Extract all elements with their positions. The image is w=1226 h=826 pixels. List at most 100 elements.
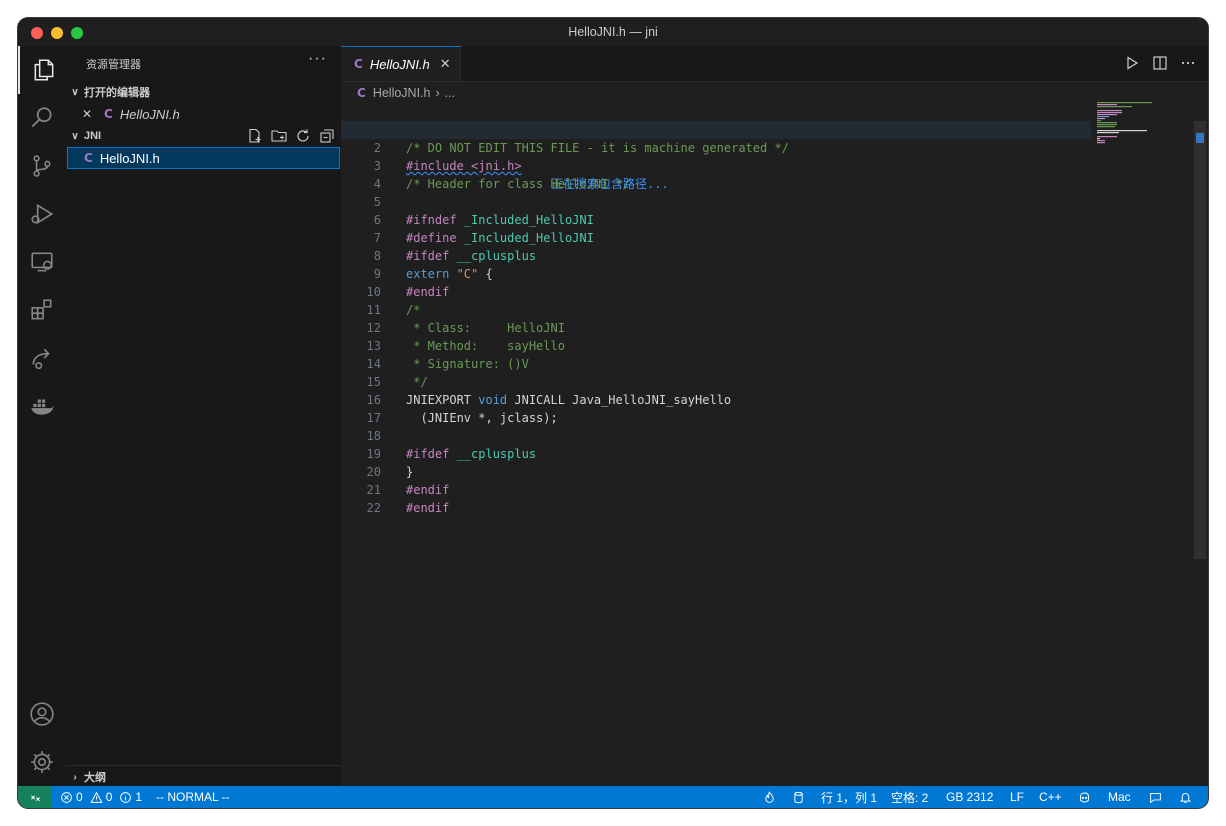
extensions-icon[interactable] <box>18 286 66 334</box>
code-line: 14 */ <box>341 337 1101 389</box>
tab-bar: C HelloJNI.h ✕ <box>341 46 1208 82</box>
code-line: 17 <box>341 391 1101 425</box>
more-actions-icon[interactable]: ··· <box>308 50 327 68</box>
folder-label: JNI <box>84 130 102 142</box>
end-of-line[interactable]: LF <box>1010 786 1024 808</box>
problems-indicator[interactable]: 0 0 1 <box>60 786 142 808</box>
account-icon[interactable] <box>18 690 66 738</box>
new-folder-icon[interactable] <box>271 128 287 144</box>
encoding[interactable]: GB 2312 <box>946 786 993 808</box>
title-bar: HelloJNI.h — jni <box>18 18 1208 47</box>
source-control-icon[interactable] <box>18 142 66 190</box>
open-editors-section[interactable]: ∨ 打开的编辑器 <box>66 81 341 103</box>
close-icon[interactable]: ✕ <box>440 56 451 72</box>
database-icon[interactable] <box>792 786 805 808</box>
vim-mode: -- NORMAL -- <box>156 790 230 804</box>
folder-section-jni[interactable]: ∨ JNI <box>66 125 341 147</box>
file-name: HelloJNI.h <box>99 150 160 166</box>
breadcrumb-separator: › <box>435 86 440 100</box>
run-icon[interactable] <box>1124 55 1140 71</box>
copilot-icon[interactable] <box>1078 786 1091 808</box>
run-debug-icon[interactable] <box>18 190 66 238</box>
code-line: 15 JNIEXPORT void JNICALL Java_HelloJNI_… <box>341 355 1101 407</box>
code-line: 13 * Signature: ()V <box>341 319 1101 371</box>
code-line: 9 #endif <box>341 247 1101 299</box>
line-number: 22 <box>366 501 381 515</box>
warning-icon <box>90 791 103 803</box>
feedback-icon[interactable] <box>1149 786 1162 808</box>
code-line: 1 /* DO NOT EDIT THIS FILE - it is machi… <box>341 103 1101 155</box>
more-actions-icon[interactable] <box>1180 55 1196 71</box>
c-file-icon: C <box>84 151 93 165</box>
info-icon <box>120 791 132 803</box>
minimap[interactable] <box>1089 101 1189 161</box>
chevron-down-icon: ∨ <box>71 86 79 98</box>
window-title: HelloJNI.h — jni <box>568 25 658 39</box>
open-editor-item[interactable]: ✕ C HelloJNI.h <box>66 103 341 125</box>
open-editors-label: 打开的编辑器 <box>84 87 150 99</box>
settings-gear-icon[interactable] <box>18 738 66 786</box>
code-line: 2 #include <jni.h> 正在搜索包含路径... <box>341 121 1091 191</box>
code-line: 20 #endif <box>341 445 1101 497</box>
folder-toolbar <box>247 125 335 147</box>
scrollbar-marker <box>1196 133 1204 143</box>
editor-actions <box>1124 55 1196 71</box>
breadcrumb-file[interactable]: HelloJNI.h <box>373 86 431 100</box>
code-line: 11 * Class: HelloJNI <box>341 283 1101 335</box>
info-count: 1 <box>135 790 143 804</box>
warning-count: 0 <box>105 790 113 804</box>
flame-icon[interactable] <box>763 786 776 808</box>
open-editor-filename: HelloJNI.h <box>119 106 180 122</box>
code-line: 5 #ifndef _Included_HelloJNI <box>341 175 1101 227</box>
code-line: 12 * Method: sayHello <box>341 301 1101 353</box>
vertical-scrollbar[interactable] <box>1194 121 1206 559</box>
outline-section[interactable]: › 大纲 <box>66 765 341 788</box>
code-line: 16 (JNIEnv *, jclass); <box>341 373 1101 425</box>
cursor-position[interactable]: 行 1，列 1 <box>821 786 877 808</box>
docker-icon[interactable] <box>18 382 66 430</box>
live-share-icon[interactable] <box>18 334 66 382</box>
chevron-down-icon: ∨ <box>71 130 79 142</box>
explorer-icon[interactable] <box>18 46 68 94</box>
code-line: 3 /* Header for class HelloJNI */ <box>341 139 1101 191</box>
c-file-icon: C <box>357 86 366 100</box>
code-text: #endif <box>406 501 450 515</box>
activity-bar <box>18 46 67 786</box>
language-mode[interactable]: C++ <box>1039 786 1062 808</box>
refresh-icon[interactable] <box>295 128 311 144</box>
indentation[interactable]: 空格: 2 <box>891 786 928 808</box>
code-line: 22 <box>341 481 1101 515</box>
vscode-window: HelloJNI.h — jni 资源管理器 ··· ∨ 打开的编辑器 ✕ C … <box>18 18 1208 808</box>
remote-explorer-icon[interactable] <box>18 238 66 286</box>
code-line: 10 /* <box>341 265 1101 317</box>
error-icon <box>61 791 72 803</box>
error-count: 0 <box>76 790 83 804</box>
explorer-sidebar: 资源管理器 ··· ∨ 打开的编辑器 ✕ C HelloJNI.h ∨ JNI … <box>66 46 342 786</box>
chevron-right-icon: › <box>73 771 77 783</box>
breadcrumb: C HelloJNI.h › ... <box>357 83 455 103</box>
file-item-hellojni[interactable]: C HelloJNI.h <box>67 147 340 169</box>
outline-label: 大纲 <box>84 772 106 784</box>
remote-indicator[interactable] <box>18 786 52 808</box>
editor-area: C HelloJNI.h ✕ C HelloJNI.h › ... 1 /* D… <box>341 46 1208 786</box>
platform[interactable]: Mac <box>1108 786 1131 808</box>
remote-icon <box>30 795 40 801</box>
c-file-icon: C <box>104 107 113 121</box>
code-line: 6 #define _Included_HelloJNI <box>341 193 1101 245</box>
c-file-icon: C <box>354 57 363 71</box>
close-icon[interactable]: ✕ <box>66 107 92 121</box>
collapse-all-icon[interactable] <box>319 128 335 144</box>
status-bar: 0 0 1 -- NORMAL -- 行 1，列 1 空格: 2 GB 2312… <box>18 786 1208 808</box>
code-line: 8 extern "C" { <box>341 229 1101 281</box>
split-editor-icon[interactable] <box>1152 55 1168 71</box>
code-line: 18 #ifdef __cplusplus <box>341 409 1101 461</box>
code-line: 4 <box>341 157 1101 191</box>
notifications-bell-icon[interactable] <box>1179 786 1192 808</box>
tab-hellojni[interactable]: C HelloJNI.h ✕ <box>341 46 461 81</box>
tab-label: HelloJNI.h <box>369 56 430 72</box>
code-line: 19 } <box>341 427 1101 479</box>
search-icon[interactable] <box>18 94 66 142</box>
code-line: 21 #endif <box>341 463 1101 515</box>
new-file-icon[interactable] <box>247 128 263 144</box>
breadcrumb-rest[interactable]: ... <box>445 86 455 100</box>
